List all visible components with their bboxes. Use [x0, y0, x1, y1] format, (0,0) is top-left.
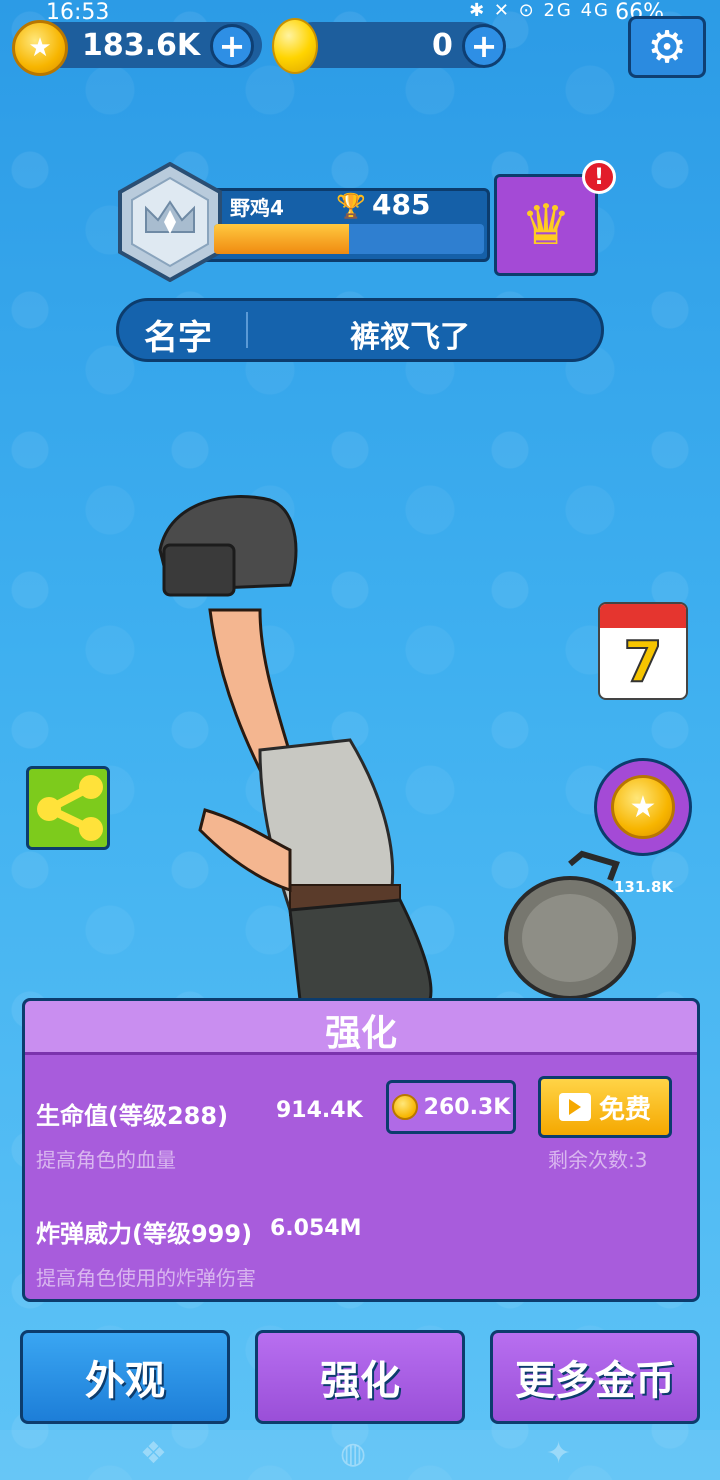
coin-bubble-value: 131.8K: [614, 878, 674, 896]
health-description: 提高角色的血量: [36, 1148, 176, 1172]
share-icon: [37, 775, 103, 841]
bottom-nav-strip: ❖ ◍ ✦: [0, 1430, 720, 1480]
more-coins-label: 更多金币: [515, 1358, 675, 1404]
coin-icon: ★: [611, 775, 675, 839]
upgrade-panel-title: 强化: [324, 1013, 397, 1054]
status-indicators: ✱ ✕ ⊙ 2G 4G: [469, 0, 610, 21]
bomb-value: 6.054M: [270, 1216, 362, 1241]
rank-progress-fill: [214, 224, 349, 254]
chicken-icon: ✦: [546, 1436, 572, 1471]
paw-icon: ❖: [140, 1436, 167, 1471]
name-label: 名字: [144, 318, 212, 358]
bomb-description: 提高角色使用的炸弹伤害: [36, 1266, 256, 1290]
rank-progress-bar: [214, 224, 484, 254]
share-button[interactable]: [26, 766, 110, 850]
upgrade-health-button[interactable]: 260.3K: [386, 1080, 516, 1134]
gear-icon: ⚙: [647, 21, 687, 73]
crown-button[interactable]: ♛: [494, 174, 598, 276]
pan-icon: ◍: [340, 1436, 367, 1471]
calendar-day: 7: [623, 629, 664, 696]
more-coins-button[interactable]: 更多金币: [490, 1330, 700, 1424]
character-illustration: [158, 495, 433, 1000]
upgrade-health-cost: 260.3K: [423, 1094, 511, 1120]
name-divider: [246, 312, 248, 348]
free-upgrade-label: 免费: [598, 1094, 651, 1125]
player-name: 裤衩飞了: [350, 320, 470, 355]
trophy-icon: 🏆: [336, 192, 366, 220]
daily-calendar-button[interactable]: 7: [598, 602, 688, 700]
add-gems-button[interactable]: +: [462, 24, 506, 68]
health-value: 914.4K: [276, 1098, 363, 1123]
calendar-header: [600, 604, 686, 628]
remaining-count: 剩余次数:3: [548, 1148, 648, 1172]
add-coins-button[interactable]: +: [210, 24, 254, 68]
video-play-icon: [558, 1093, 591, 1121]
coin-collect-button[interactable]: ★: [594, 758, 692, 856]
upgrade-tab-button[interactable]: 强化: [255, 1330, 465, 1424]
frying-pan-icon: [504, 850, 636, 1000]
appearance-button[interactable]: 外观: [20, 1330, 230, 1424]
crown-icon: ♛: [520, 192, 572, 258]
bomb-label: 炸弹威力(等级999): [36, 1220, 253, 1248]
upgrade-tab-label: 强化: [320, 1358, 400, 1404]
gem-amount: 0: [432, 28, 453, 63]
settings-button[interactable]: ⚙: [628, 16, 706, 78]
free-upgrade-button[interactable]: 免费: [538, 1076, 672, 1138]
health-label: 生命值(等级288): [36, 1102, 229, 1130]
rank-badge-icon: [116, 161, 224, 283]
coin-amount: 183.6K: [82, 28, 201, 63]
coin-icon: ★: [12, 20, 68, 76]
alert-badge: !: [582, 160, 616, 194]
appearance-label: 外观: [85, 1358, 165, 1404]
coin-icon: [391, 1094, 418, 1120]
rank-name: 野鸡4: [230, 196, 284, 220]
gem-icon: [272, 18, 318, 74]
trophy-count: 485: [372, 188, 431, 221]
